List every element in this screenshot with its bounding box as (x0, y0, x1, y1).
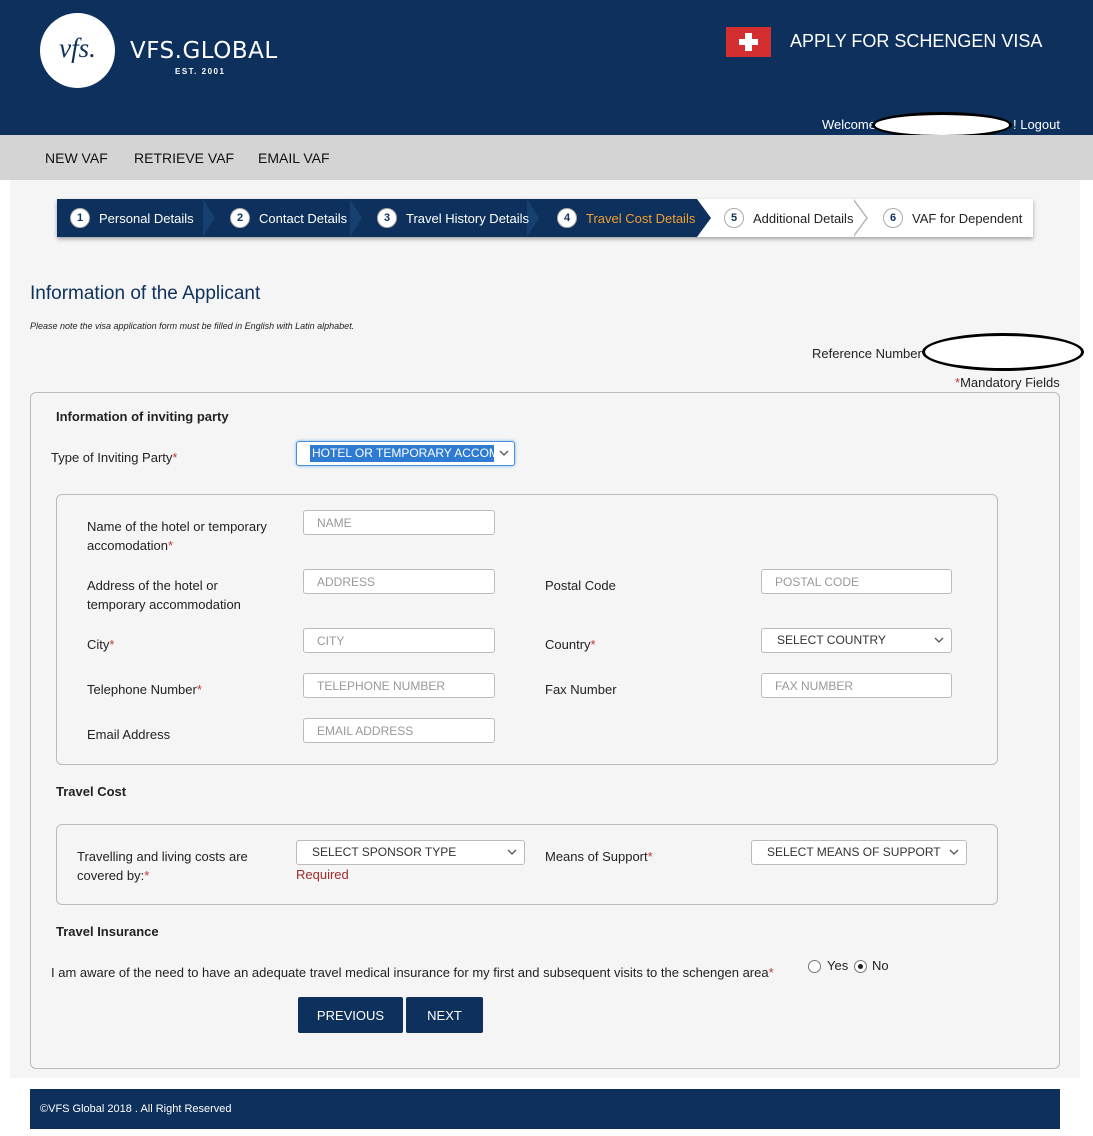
fax-label: Fax Number (545, 682, 617, 697)
telephone-input[interactable] (303, 673, 495, 698)
redacted-reference-number (922, 333, 1084, 371)
selected-value: SELECT COUNTRY (777, 633, 886, 647)
step-number: 5 (724, 208, 744, 228)
country-select[interactable]: SELECT COUNTRY (761, 628, 952, 653)
postal-code-input[interactable] (761, 569, 952, 594)
chevron-down-icon (499, 450, 509, 456)
hotel-address-input[interactable] (303, 569, 495, 594)
logout-link[interactable]: ! Logout (1013, 117, 1060, 132)
nav-retrieve-vaf[interactable]: RETRIEVE VAF (134, 150, 234, 166)
insurance-no-label[interactable]: No (872, 956, 889, 975)
copyright-text: ©VFS Global 2018 . All Right Reserved (40, 1103, 232, 1115)
step-label: Personal Details (99, 210, 194, 226)
step-label: Contact Details (259, 210, 348, 226)
costs-covered-label: Travelling and living costs are covered b… (77, 849, 248, 883)
progress-stepper: 1 Personal Details 2 Contact Details 3 T… (57, 199, 1033, 237)
next-button[interactable]: NEXT (406, 997, 483, 1033)
nav-email-vaf[interactable]: EMAIL VAF (258, 150, 330, 166)
insurance-yes-label[interactable]: Yes (827, 956, 848, 975)
step-label: VAF for Dependent (912, 210, 1023, 226)
sponsor-required-error: Required (296, 867, 349, 882)
step-label: Additional Details (753, 210, 854, 226)
step-number: 2 (230, 208, 250, 228)
page-title: Information of the Applicant (30, 283, 261, 304)
swiss-flag-icon (726, 27, 771, 57)
chevron-down-icon (949, 849, 959, 855)
chevron-down-icon (507, 849, 517, 855)
means-of-support-select[interactable]: SELECT MEANS OF SUPPORT (751, 840, 967, 865)
means-of-support-label: Means of Support* (545, 849, 653, 864)
step-vaf-for-dependent[interactable]: 6 VAF for Dependent (883, 199, 1022, 237)
step-travel-cost-details[interactable]: 4 Travel Cost Details (557, 199, 695, 237)
logo-text: vfs. (59, 33, 96, 63)
postal-code-label: Postal Code (545, 578, 616, 593)
step-number: 4 (557, 208, 577, 228)
step-additional-details[interactable]: 5 Additional Details (724, 199, 853, 237)
step-travel-history-details[interactable]: 3 Travel History Details (377, 199, 529, 237)
step-contact-details[interactable]: 2 Contact Details (230, 199, 347, 237)
vfs-logo[interactable]: vfs. (40, 13, 115, 88)
step-number: 3 (377, 208, 397, 228)
language-note: Please note the visa application form mu… (30, 321, 355, 331)
welcome-text: Welcome (822, 117, 876, 132)
selected-value: SELECT MEANS OF SUPPORT (767, 845, 941, 859)
hotel-address-label: Address of the hotel or temporary accommo… (87, 578, 241, 612)
reference-number-label: Reference Number (812, 346, 922, 361)
step-number: 1 (70, 208, 90, 228)
hotel-name-input[interactable] (303, 510, 495, 535)
brand-established: EST. 2001 (175, 67, 226, 76)
step-label: Travel History Details (406, 210, 530, 226)
sponsor-type-select[interactable]: SELECT SPONSOR TYPE (296, 840, 525, 865)
country-label: Country* (545, 637, 596, 652)
section-travel-insurance: Travel Insurance (56, 924, 159, 939)
insurance-no-radio[interactable] (854, 960, 867, 973)
chevron-down-icon (934, 637, 944, 643)
top-nav: NEW VAF RETRIEVE VAF EMAIL VAF (0, 135, 1093, 180)
section-inviting-party: Information of inviting party (56, 409, 229, 424)
brand-name: VFS.GLOBAL (130, 38, 278, 64)
email-input[interactable] (303, 718, 495, 743)
mandatory-fields-note: *Mandatory Fields (955, 375, 1060, 390)
type-inviting-party-select[interactable]: HOTEL OR TEMPORARY ACCOMMODATION (296, 441, 515, 466)
footer: ©VFS Global 2018 . All Right Reserved (30, 1089, 1060, 1129)
step-number: 6 (883, 208, 903, 228)
telephone-label: Telephone Number* (87, 682, 202, 697)
email-label: Email Address (87, 727, 171, 742)
selected-value: HOTEL OR TEMPORARY ACCOMMODATION (310, 445, 494, 462)
insurance-yes-radio[interactable] (808, 960, 821, 973)
type-inviting-party-label: Type of Inviting Party* (51, 450, 178, 465)
header: vfs. VFS.GLOBAL EST. 2001 APPLY FOR SCHE… (0, 0, 1093, 138)
previous-button[interactable]: PREVIOUS (298, 997, 403, 1033)
insurance-question: I am aware of the need to have an adequa… (51, 965, 774, 980)
nav-new-vaf[interactable]: NEW VAF (45, 150, 108, 166)
step-personal-details[interactable]: 1 Personal Details (70, 199, 194, 237)
city-input[interactable] (303, 628, 495, 653)
section-travel-cost: Travel Cost (56, 784, 127, 799)
step-label: Travel Cost Details (586, 210, 696, 226)
selected-value: SELECT SPONSOR TYPE (312, 845, 457, 859)
page-header-title: APPLY FOR SCHENGEN VISA (790, 31, 1043, 51)
hotel-name-label: Name of the hotel or temporary accomodati… (87, 519, 267, 553)
city-label: City* (87, 637, 115, 652)
fax-input[interactable] (761, 673, 952, 698)
